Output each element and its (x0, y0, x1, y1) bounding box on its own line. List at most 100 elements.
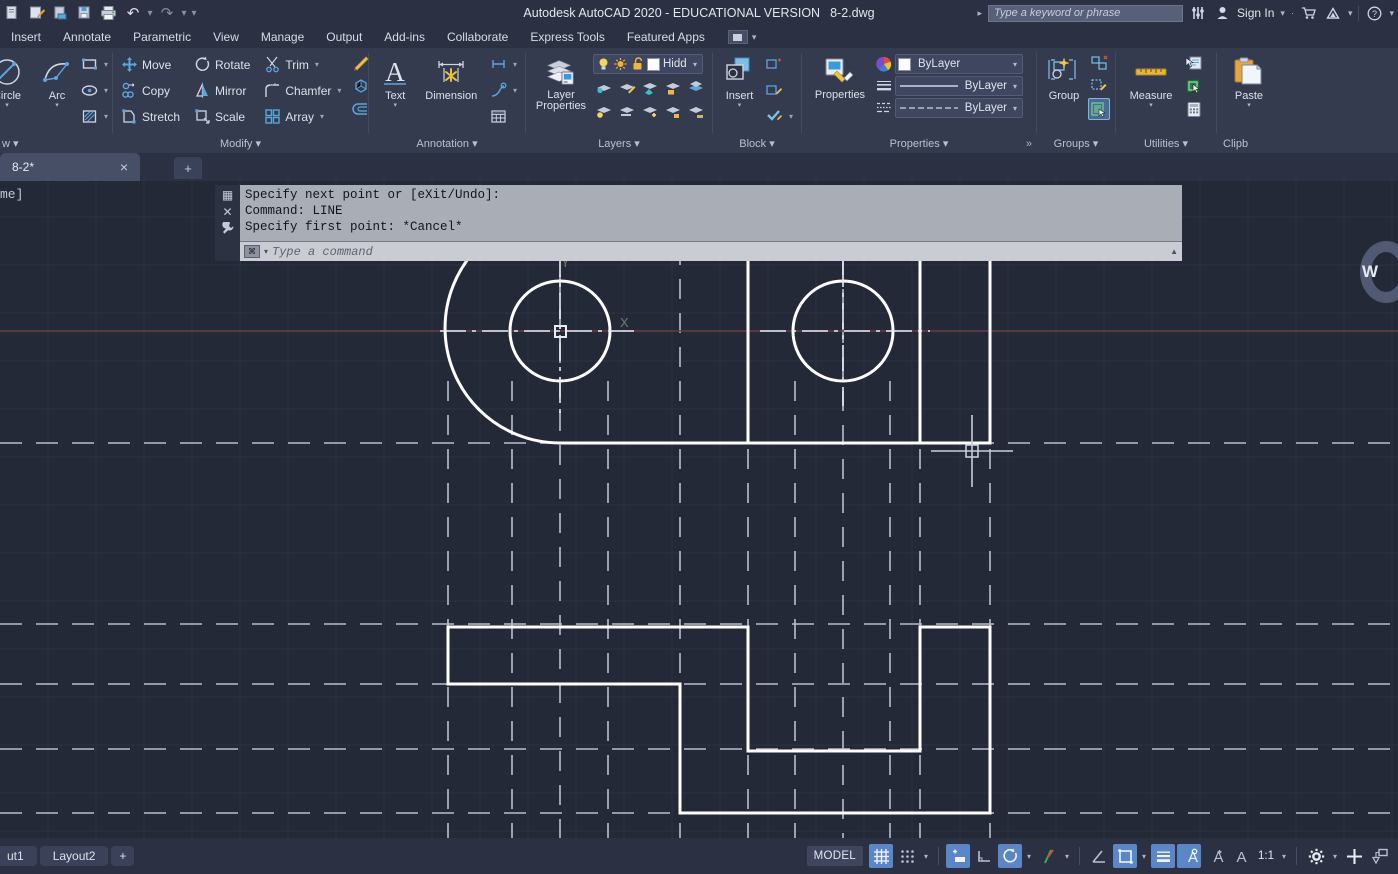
ribbon-tab-insert[interactable]: Insert (0, 26, 52, 48)
group-edit-icon[interactable] (1088, 75, 1110, 97)
save-icon[interactable] (74, 2, 96, 24)
linetype-stack-icon[interactable] (875, 100, 892, 117)
chevron-down-icon[interactable]: ▾ (393, 102, 397, 109)
save-as-icon[interactable] (26, 2, 48, 24)
grid-display-toggle[interactable] (869, 844, 893, 868)
linetype-dropdown[interactable]: ByLayer ▾ (895, 98, 1023, 118)
ribbon-tab-annotate[interactable]: Annotate (52, 26, 122, 48)
group-button[interactable]: Group (1042, 52, 1086, 102)
sign-in-caret-icon[interactable]: ▾ (1280, 8, 1285, 19)
layout-tab-model[interactable]: ut1 (0, 846, 37, 866)
gear-caret-icon[interactable]: ▾ (1330, 852, 1340, 861)
chevron-down-icon[interactable]: ▾ (104, 112, 108, 121)
unlock-icon[interactable] (630, 56, 644, 73)
redo-caret-icon[interactable]: ▾ (180, 8, 188, 19)
draw-arc-button[interactable]: Arc ▾ (40, 52, 74, 109)
close-icon[interactable]: ✕ (222, 205, 232, 219)
layer-merge-icon[interactable] (685, 100, 707, 122)
layer-change-icon[interactable] (639, 100, 661, 122)
autodesk-logo-icon[interactable] (1324, 4, 1342, 22)
document-tab-8-2[interactable]: 8-2* × (0, 153, 140, 181)
help-caret-icon[interactable]: ▾ (1389, 8, 1394, 19)
chevron-down-icon[interactable]: ▾ (1149, 102, 1153, 109)
osnap-tracking-caret-icon[interactable]: ▾ (1062, 852, 1072, 861)
snap-mode-toggle[interactable] (895, 844, 919, 868)
chevron-down-icon[interactable]: ▾ (320, 112, 324, 121)
layer-thaw-all-icon[interactable] (616, 100, 638, 122)
color-wheel-icon[interactable] (875, 56, 892, 73)
ribbon-tab-view[interactable]: View (202, 26, 250, 48)
isolate-objects-button[interactable] (1342, 844, 1366, 868)
chevron-down-icon[interactable]: ▾ (1010, 82, 1020, 91)
app-manager-icon[interactable] (1189, 4, 1207, 22)
polar-tracking-toggle[interactable] (998, 844, 1022, 868)
cart-icon[interactable] (1300, 4, 1318, 22)
annotation-table-button[interactable] (487, 104, 520, 129)
ribbon-panel-clipboard-title[interactable]: Clipb (1217, 135, 1287, 153)
close-icon[interactable]: × (120, 159, 128, 175)
ribbon-panel-draw-title[interactable]: w ▾ (0, 135, 112, 153)
ribbon-tab-output[interactable]: Output (315, 26, 373, 48)
chevron-down-icon[interactable]: ▾ (1010, 104, 1020, 113)
scale-caret-icon[interactable]: ▾ (1279, 852, 1289, 861)
chevron-down-icon[interactable]: ▾ (789, 112, 793, 121)
annotation-leader-button[interactable]: ▾ (487, 78, 520, 103)
layer-freeze-icon[interactable] (639, 76, 661, 98)
modify-copy-button[interactable]: Copy (118, 78, 183, 103)
draw-rectangle-button[interactable]: ▾ (78, 52, 111, 77)
ribbon-tab-addins[interactable]: Add-ins (373, 26, 436, 48)
layer-color-swatch[interactable] (647, 57, 660, 71)
chevron-down-icon[interactable]: ▾ (513, 60, 517, 69)
annotation-scale-label[interactable]: 1:1 (1255, 850, 1277, 862)
layer-unlock-all-icon[interactable] (662, 100, 684, 122)
measure-button[interactable]: Measure ▾ (1121, 52, 1181, 109)
layer-dropdown[interactable]: HiddenLine ▾ (593, 54, 703, 74)
selection-cycling-toggle[interactable] (1113, 844, 1137, 868)
ribbon-tab-express-tools[interactable]: Express Tools (519, 26, 615, 48)
chevron-down-icon[interactable]: ▾ (1010, 60, 1020, 69)
modify-trim-button[interactable]: Trim ▾ (261, 52, 344, 77)
sign-in-button[interactable]: Sign In (1237, 6, 1274, 20)
command-scroll-up-icon[interactable]: ▲ (1170, 247, 1178, 256)
new-tab-button[interactable]: + (174, 157, 202, 179)
ungroup-icon[interactable] (1088, 52, 1110, 74)
annotation-visibility-toggle[interactable]: A (1177, 844, 1201, 868)
infer-constraints-toggle[interactable] (946, 844, 970, 868)
lineweight-toggle[interactable] (1151, 844, 1175, 868)
chevron-down-icon[interactable]: ▾ (264, 247, 268, 256)
add-layout-button[interactable]: + (111, 846, 135, 866)
annotation-monitor-toggle[interactable]: A (1229, 844, 1253, 868)
chevron-down-icon[interactable]: ▾ (513, 86, 517, 95)
layer-off-icon[interactable] (593, 76, 615, 98)
ribbon-tab-featured-apps[interactable]: Featured Apps (616, 26, 716, 48)
help-icon[interactable]: ? (1365, 4, 1383, 22)
match-properties-button[interactable]: Properties (807, 52, 873, 101)
search-expand-icon[interactable]: ▸ (978, 8, 983, 19)
group-selection-toggle-icon[interactable] (1088, 98, 1110, 120)
settings-wrench-icon[interactable] (221, 222, 234, 236)
qat-overflow-icon[interactable]: ▾ (190, 8, 198, 19)
modify-move-button[interactable]: Move (118, 52, 183, 77)
annotation-scale-add-toggle[interactable]: A (1203, 844, 1227, 868)
layer-properties-button[interactable]: Layer Properties (531, 52, 591, 112)
lineweight-stack-icon[interactable] (875, 78, 892, 95)
modify-chamfer-button[interactable]: Chamfer ▾ (261, 78, 344, 103)
redo-icon[interactable]: ↷ (156, 2, 178, 24)
draw-circle-button[interactable]: Circle ▾ (0, 52, 36, 109)
autodesk-caret-icon[interactable]: ▾ (1348, 8, 1353, 19)
layer-turn-all-on-icon[interactable] (593, 100, 615, 122)
block-edit-icon-row[interactable] (763, 78, 796, 103)
quick-select-icon[interactable] (1183, 52, 1205, 74)
object-snap-toggle[interactable] (1087, 844, 1111, 868)
chevron-down-icon[interactable]: ▾ (104, 86, 108, 95)
annotation-dimension-button[interactable]: Dimension (418, 52, 484, 102)
lightbulb-icon[interactable] (596, 56, 610, 73)
ribbon-tab-parametric[interactable]: Parametric (122, 26, 202, 48)
block-insert-button[interactable]: Insert ▾ (718, 52, 761, 109)
open-icon[interactable] (50, 2, 72, 24)
modify-stretch-button[interactable]: Stretch (118, 104, 183, 129)
chevron-down-icon[interactable]: ▾ (55, 102, 59, 109)
ribbon-overflow-caret-icon[interactable]: ▾ (752, 32, 757, 43)
chevron-down-icon[interactable]: ▾ (690, 60, 700, 69)
polar-caret-icon[interactable]: ▾ (1024, 852, 1034, 861)
